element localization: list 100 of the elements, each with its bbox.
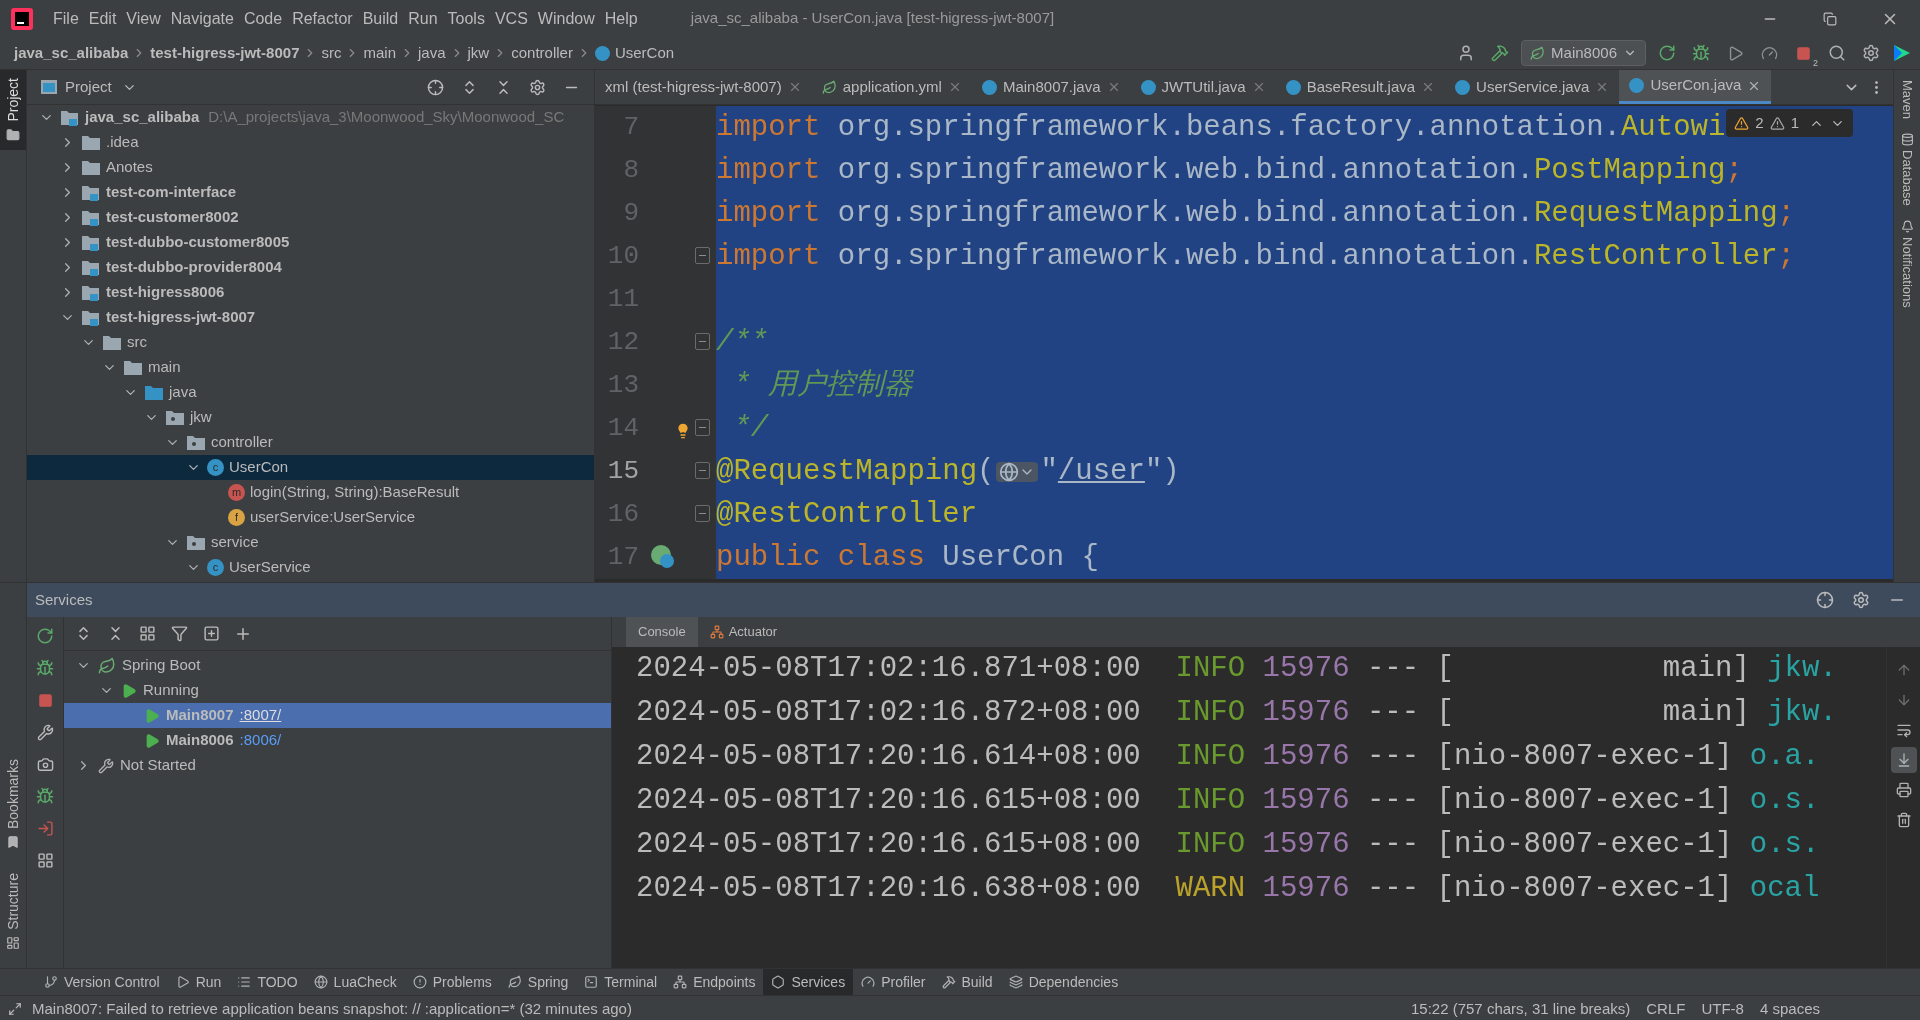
spring-bean-icon[interactable] — [650, 544, 676, 570]
tree-item[interactable]: f userService:UserService — [27, 505, 594, 530]
menu-item[interactable]: View — [121, 6, 166, 31]
tool-window-tab[interactable]: Build — [933, 969, 1001, 995]
tree-item[interactable]: controller — [27, 430, 594, 455]
menu-item[interactable]: Navigate — [165, 6, 239, 31]
tree-item[interactable]: test-dubbo-provider8004 — [27, 255, 594, 280]
tool-window-tab[interactable]: Dependencies — [1000, 969, 1127, 995]
tree-item[interactable]: test-customer8002 — [27, 205, 594, 230]
tool-window-tab[interactable]: Services — [763, 969, 854, 995]
tree-item[interactable]: java — [27, 380, 594, 405]
indent-setting[interactable]: 4 spaces — [1759, 997, 1820, 1020]
breadcrumb[interactable]: java — [418, 41, 446, 65]
fold-icon[interactable] — [695, 247, 710, 264]
fold-icon[interactable] — [695, 333, 710, 350]
lightbulb-icon[interactable] — [675, 423, 691, 439]
breadcrumb[interactable]: src — [321, 41, 342, 65]
play-icon — [144, 732, 160, 749]
breadcrumb[interactable]: test-higress-jwt-8007 — [150, 41, 300, 65]
tree-item[interactable]: java_sc_alibaba D:\A_projects\java_3\Moonwood_Sky\Moonwood_SC — [27, 105, 594, 130]
tree-item[interactable]: c UserService — [27, 555, 594, 580]
menu-item[interactable]: Window — [532, 6, 600, 31]
class-icon — [1455, 79, 1471, 95]
menu-item[interactable]: Code — [238, 6, 288, 31]
tree-item[interactable]: main — [27, 355, 594, 380]
menu-item[interactable]: Run — [403, 6, 443, 31]
tree-item[interactable]: src — [27, 330, 594, 355]
weak-warning-count: 1 — [1790, 112, 1799, 133]
file-encoding[interactable]: UTF-8 — [1701, 997, 1744, 1020]
menu-item[interactable]: Refactor — [287, 6, 358, 31]
tool-window-tab[interactable]: Run — [167, 969, 230, 995]
folder-icon — [81, 159, 101, 176]
breadcrumb[interactable]: controller — [511, 41, 573, 65]
tree-item[interactable]: Running — [64, 678, 611, 703]
menu-item[interactable]: Tools — [442, 6, 490, 31]
fold-icon[interactable] — [695, 462, 710, 479]
tree-item[interactable]: m login(String, String):BaseResult — [27, 480, 594, 505]
breadcrumb[interactable]: java_sc_alibaba — [14, 41, 129, 65]
tree-item[interactable]: jkw — [27, 405, 594, 430]
line-separator[interactable]: CRLF — [1646, 997, 1686, 1020]
menu-item[interactable]: VCS — [489, 6, 533, 31]
tree-item[interactable]: service — [27, 530, 594, 555]
port-link[interactable]: :8007/ — [239, 704, 282, 727]
fold-icon[interactable] — [695, 419, 710, 436]
tool-window-tab[interactable]: TODO — [229, 969, 306, 995]
side-tab[interactable]: Notifications — [1897, 236, 1917, 308]
tool-window-tab[interactable]: Problems — [404, 969, 500, 995]
editor-tab[interactable]: Main8007.java — [971, 70, 1131, 104]
breadcrumb[interactable]: main — [363, 41, 396, 65]
tree-item[interactable]: test-com-interface — [27, 180, 594, 205]
fold-icon[interactable] — [695, 505, 710, 522]
globe-inlay-icon[interactable] — [996, 461, 1039, 482]
console-tab[interactable]: Actuator — [697, 617, 790, 647]
module-folder-icon — [81, 283, 101, 302]
scroll-to-end-icon[interactable] — [1890, 747, 1917, 773]
editor-tab[interactable]: application.yml — [811, 70, 972, 104]
menu-item[interactable]: Help — [599, 6, 643, 31]
run-configuration-dropdown[interactable]: Main8006 — [1521, 40, 1646, 66]
side-tab[interactable]: Bookmarks — [2, 755, 24, 854]
tree-item[interactable]: test-higress8006 — [27, 280, 594, 305]
tool-window-tab[interactable]: Version Control — [36, 969, 168, 995]
problems-indicator[interactable]: 2 1 — [1726, 109, 1853, 137]
terminal-icon — [584, 975, 599, 989]
caret-position[interactable]: 15:22 (757 chars, 31 line breaks) — [1411, 997, 1631, 1020]
tool-window-tab[interactable]: Profiler — [853, 969, 934, 995]
tool-window-tab[interactable]: Endpoints — [665, 969, 764, 995]
module-folder-icon — [81, 233, 101, 252]
editor-tab[interactable]: UserCon.java — [1619, 70, 1772, 104]
editor-tab[interactable]: UserService.java — [1445, 70, 1620, 104]
tree-item[interactable]: .idea — [27, 130, 594, 155]
expand-icon[interactable] — [8, 1002, 22, 1016]
tree-item[interactable]: test-dubbo-customer8005 — [27, 230, 594, 255]
menu-item[interactable]: File — [48, 6, 84, 31]
tool-window-tab[interactable]: Spring — [499, 969, 577, 995]
tool-window-tab[interactable]: LuaCheck — [305, 969, 405, 995]
breadcrumb[interactable]: UserCon — [614, 41, 675, 65]
bell-icon — [1900, 219, 1914, 233]
tree-item[interactable]: Not Started — [64, 753, 611, 778]
console-tab[interactable]: Console — [626, 617, 698, 647]
panel-title[interactable]: Project — [65, 75, 112, 99]
side-tab[interactable]: Structure — [2, 869, 24, 954]
editor-tab[interactable]: xml (test-higress-jwt-8007) — [595, 70, 812, 104]
breadcrumb[interactable]: jkw — [467, 41, 490, 65]
tree-item[interactable]: Spring Boot — [64, 653, 611, 678]
menu-item[interactable]: Edit — [83, 6, 122, 31]
side-tab[interactable]: Project — [0, 70, 26, 150]
menu-item[interactable]: Build — [357, 6, 404, 31]
tree-item[interactable]: test-higress-jwt-8007 — [27, 305, 594, 330]
tree-item[interactable]: c UserCon — [27, 455, 594, 480]
side-tab[interactable]: Maven — [1897, 80, 1917, 120]
editor-tab[interactable]: BaseResult.java — [1275, 70, 1446, 104]
tree-item[interactable]: Main8006 :8006/ — [64, 728, 611, 753]
restore-icon[interactable] — [1823, 11, 1837, 26]
tree-item[interactable]: Main8007 :8007/ — [64, 703, 611, 728]
tree-item[interactable]: Anotes — [27, 155, 594, 180]
side-tab[interactable]: Database — [1897, 150, 1917, 206]
editor-tab[interactable]: JWTUtil.java — [1130, 70, 1276, 104]
tool-window-tab[interactable]: Terminal — [576, 969, 666, 995]
field-icon: f — [228, 509, 245, 526]
port-link[interactable]: :8006/ — [239, 729, 282, 752]
